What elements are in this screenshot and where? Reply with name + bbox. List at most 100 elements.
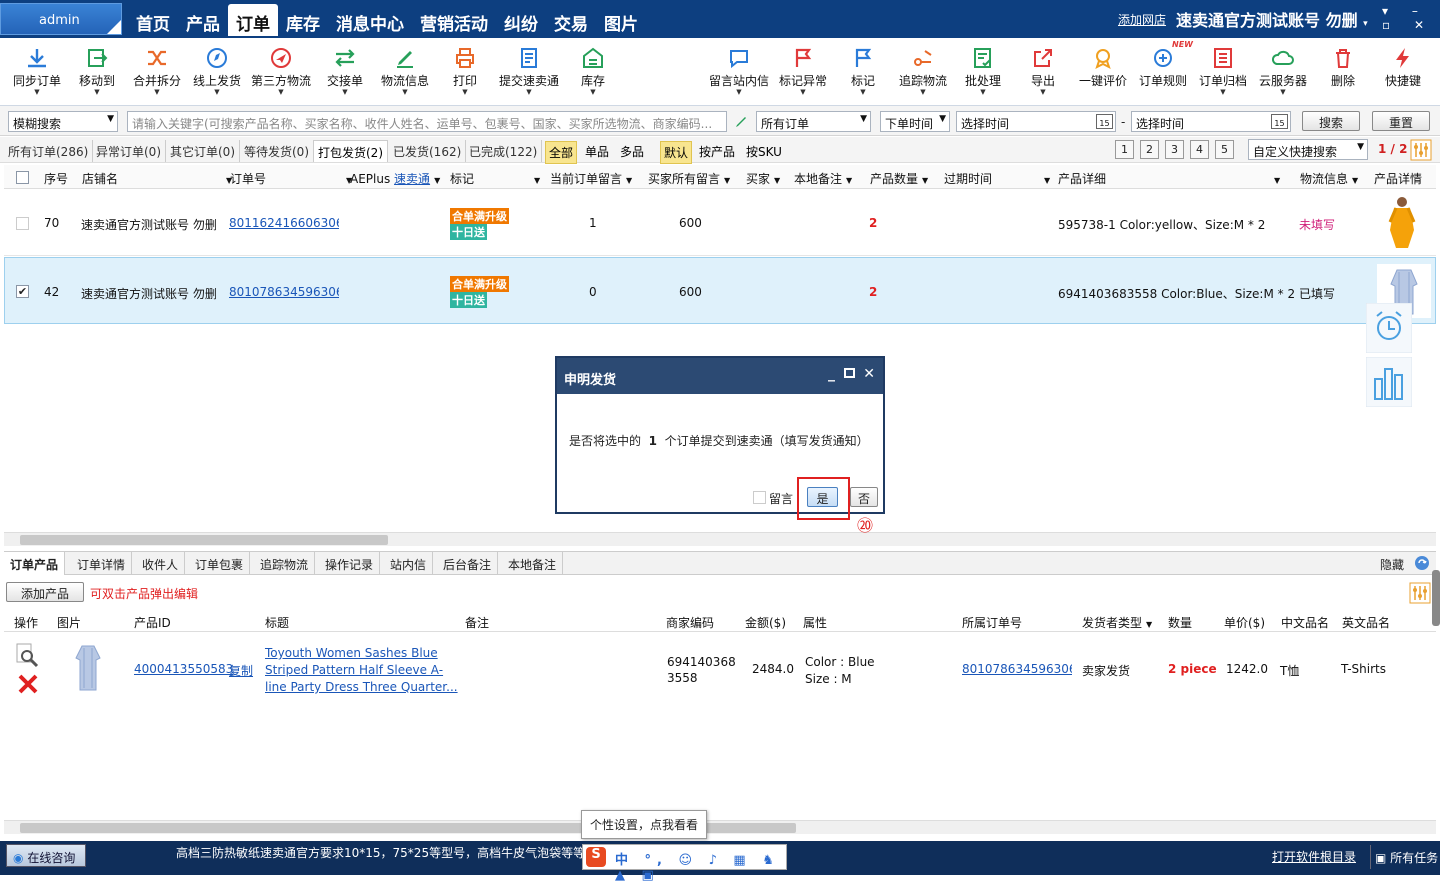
page-button-3[interactable]: 3 xyxy=(1165,140,1184,159)
order-row-selected[interactable]: ✔ 42 速卖通官方测试账号 勿删 801078634596306 合单满升级 … xyxy=(4,257,1436,324)
row-checkbox-checked[interactable]: ✔ xyxy=(16,285,29,298)
tab-local-note[interactable]: 本地备注 xyxy=(502,552,564,575)
tab-shipped[interactable]: 已发货(162) xyxy=(389,140,467,162)
col-mark[interactable]: 标记 ▼ xyxy=(450,170,540,187)
online-consult-button[interactable]: ◉ 在线咨询 xyxy=(6,844,86,867)
col-logistics[interactable]: 物流信息 ▼ xyxy=(1300,170,1358,187)
maximize-icon[interactable] xyxy=(844,368,855,378)
filter-all[interactable]: 全部 xyxy=(545,141,578,164)
nav-images[interactable]: 图片 xyxy=(596,4,646,36)
sort-by-product[interactable]: 按产品 xyxy=(696,141,738,162)
order-row[interactable]: 70 速卖通官方测试账号 勿删 801162416606306 合单满升级 十日… xyxy=(4,190,1436,256)
nav-messages[interactable]: 消息中心 xyxy=(328,4,412,36)
nav-orders[interactable]: 订单 xyxy=(228,4,278,36)
product-id-link[interactable]: 4000413550583 xyxy=(134,662,233,676)
sort-default[interactable]: 默认 xyxy=(660,141,693,164)
nav-home[interactable]: 首页 xyxy=(128,4,178,36)
pcol-shipper-type[interactable]: 发货者类型 ▼ xyxy=(1082,614,1152,631)
tab-site-message[interactable]: 站内信 xyxy=(384,552,434,575)
shortcut-button[interactable]: 快捷键 xyxy=(1368,46,1438,89)
filter-multi-item[interactable]: 多品 xyxy=(617,141,647,162)
tab-recipient[interactable]: 收件人 xyxy=(136,552,186,575)
tab-all-orders[interactable]: 所有订单(286) xyxy=(4,140,94,162)
message-button[interactable]: 留言站内信 ▼ xyxy=(704,46,774,96)
custom-quick-search-select[interactable]: 自定义快捷搜索 ▼ xyxy=(1248,139,1368,160)
nav-inventory[interactable]: 库存 xyxy=(278,4,328,36)
tab-awaiting-shipment[interactable]: 等待发货(0) xyxy=(240,140,314,162)
submit-aliexpress-button[interactable]: 提交速卖通 ▼ xyxy=(494,46,564,96)
search-button[interactable]: 搜索 xyxy=(1302,111,1360,131)
col-product-qty[interactable]: 产品数量 ▼ xyxy=(870,170,928,187)
product-image-blue-dress[interactable] xyxy=(70,644,106,694)
tab-order-package[interactable]: 订单包裹 xyxy=(189,552,251,575)
tab-track-logistics[interactable]: 追踪物流 xyxy=(254,552,316,575)
settings-sliders-icon[interactable] xyxy=(1410,139,1432,161)
nav-trade[interactable]: 交易 xyxy=(546,4,596,36)
minimize-icon[interactable]: _ xyxy=(828,366,835,382)
sort-by-sku[interactable]: 按SKU xyxy=(743,141,785,162)
user-tab[interactable]: admin xyxy=(0,3,122,35)
col-product-info[interactable]: 产品详情 xyxy=(1374,170,1422,187)
page-button-1[interactable]: 1 xyxy=(1115,140,1134,159)
filter-single-item[interactable]: 单品 xyxy=(582,141,612,162)
tab-backend-note[interactable]: 后台备注 xyxy=(437,552,499,575)
marquee-text[interactable]: 高档三防热敏纸速卖通官方要求10*15，75*25等型号，高档牛皮气泡袋等等耗 xyxy=(176,844,586,861)
calendar-icon[interactable]: 15 xyxy=(1096,114,1113,129)
leave-message-checkbox[interactable] xyxy=(753,491,766,504)
col-expire-time[interactable]: 过期时间 ▼ xyxy=(944,170,1050,187)
grid-horizontal-scrollbar[interactable] xyxy=(4,532,1436,546)
col-aeplus[interactable]: AEPlus 速卖通 ▼ xyxy=(350,170,440,187)
col-order-no[interactable]: 订单号 ▼ xyxy=(230,170,352,187)
tab-packing-shipment[interactable]: 打包发货(2) xyxy=(313,140,388,162)
tab-order-details[interactable]: 订单详情 xyxy=(71,552,133,575)
third-party-logistics-button[interactable]: 第三方物流 ▼ xyxy=(246,46,316,96)
product-thumbnail-yellow-dress[interactable] xyxy=(1382,196,1422,250)
open-root-dir-link[interactable]: 打开软件根目录 xyxy=(1272,848,1356,865)
inventory-button[interactable]: 库存 ▼ xyxy=(558,46,628,96)
hide-panel-button[interactable]: 隐藏 xyxy=(1380,556,1404,573)
end-time-input[interactable]: 选择时间 15 xyxy=(1131,111,1291,132)
close-icon[interactable]: ✕ xyxy=(863,366,875,382)
product-title-link[interactable]: Toyouth Women Sashes Blue Striped Pattern… xyxy=(265,645,458,696)
refresh-icon[interactable] xyxy=(1414,555,1430,571)
col-local-note[interactable]: 本地备注 ▼ xyxy=(794,170,852,187)
page-button-5[interactable]: 5 xyxy=(1215,140,1234,159)
ime-status-icons[interactable]: 中 °, ☺ ♪ ▦ ♞ ▲ ▣ xyxy=(615,849,786,883)
window-controls[interactable]: ▾ – ▫ ✕ xyxy=(1382,4,1440,32)
nav-marketing[interactable]: 营销活动 xyxy=(412,4,496,36)
calendar-icon[interactable]: 15 xyxy=(1271,114,1288,129)
bar-chart-icon[interactable] xyxy=(1366,357,1412,407)
ime-toolbar[interactable]: S 中 °, ☺ ♪ ▦ ♞ ▲ ▣ xyxy=(582,844,787,883)
col-buyer[interactable]: 买家 ▼ xyxy=(746,170,780,187)
edit-pen-icon[interactable] xyxy=(733,114,749,130)
delete-x-icon[interactable] xyxy=(16,672,40,696)
col-product-detail[interactable]: 产品详细 ▼ xyxy=(1058,170,1280,187)
start-time-input[interactable]: 选择时间 15 xyxy=(956,111,1116,132)
sogou-ime-icon[interactable]: S xyxy=(586,847,606,867)
tab-abnormal-orders[interactable]: 异常订单(0) xyxy=(92,140,166,162)
add-shop-link[interactable]: 添加网店 xyxy=(1118,11,1166,28)
online-ship-button[interactable]: 线上发货 ▼ xyxy=(182,46,252,96)
col-shop[interactable]: 店铺名 ▼ xyxy=(82,170,232,187)
select-all-checkbox[interactable] xyxy=(16,171,29,184)
print-button[interactable]: 打印 ▼ xyxy=(430,46,500,96)
col-buyer-msgs[interactable]: 买家所有留言 ▼ xyxy=(648,170,730,187)
reset-button[interactable]: 重置 xyxy=(1372,111,1430,131)
row-order-link[interactable]: 801078634596306 xyxy=(229,285,339,299)
product-horizontal-scrollbar[interactable] xyxy=(4,820,1436,834)
row-checkbox[interactable] xyxy=(16,217,29,230)
alarm-clock-icon[interactable] xyxy=(1366,303,1412,353)
tab-operation-log[interactable]: 操作记录 xyxy=(319,552,381,575)
product-row[interactable]: 4000413550583 复制 Toyouth Women Sashes Bl… xyxy=(4,634,1436,704)
row-order-link[interactable]: 801162416606306 xyxy=(229,216,339,230)
page-button-2[interactable]: 2 xyxy=(1140,140,1159,159)
all-tasks-button[interactable]: ▣ 所有任务 xyxy=(1370,845,1438,869)
search-mode-select[interactable]: 模糊搜索 ▼ xyxy=(8,111,118,132)
tab-completed[interactable]: 已完成(122) xyxy=(465,140,543,162)
nav-products[interactable]: 产品 xyxy=(178,4,228,36)
magnifier-icon[interactable] xyxy=(14,642,40,668)
copy-id-link[interactable]: 复制 xyxy=(229,662,253,679)
settings-sliders-icon[interactable] xyxy=(1409,582,1431,604)
time-type-select[interactable]: 下单时间 ▼ xyxy=(880,111,950,132)
add-product-button[interactable]: 添加产品 xyxy=(6,582,84,602)
